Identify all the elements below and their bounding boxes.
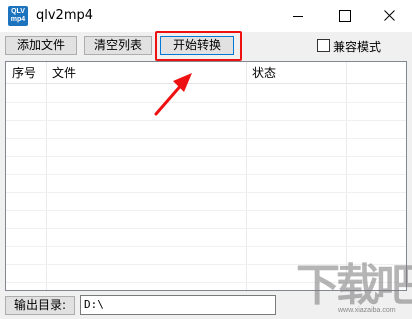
watermark-url: www.xiazaiba.com xyxy=(338,307,396,314)
watermark-text: 下载吧 xyxy=(296,260,412,311)
watermark-logo: 下载吧 www.xiazaiba.com xyxy=(296,260,412,318)
